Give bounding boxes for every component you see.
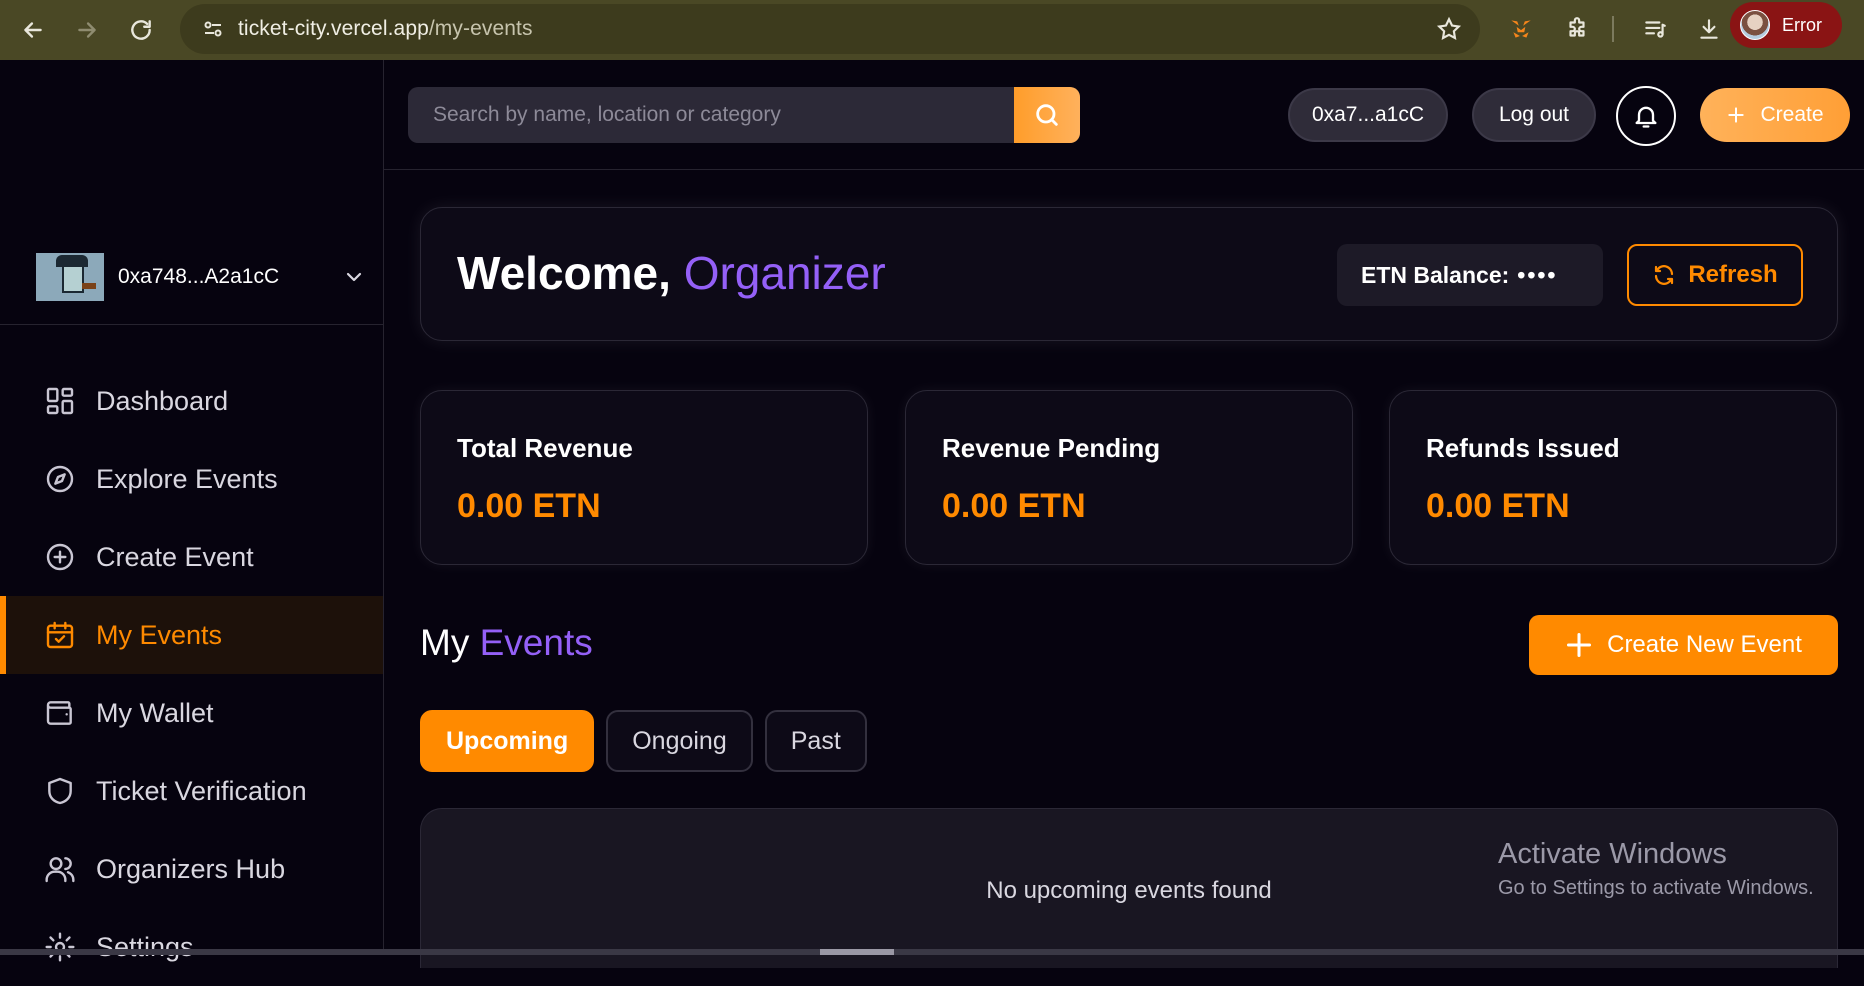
sidebar-item-create-event[interactable]: Create Event — [0, 518, 383, 596]
sidebar-item-label: Organizers Hub — [96, 853, 286, 884]
back-button[interactable] — [6, 5, 60, 55]
stat-label: Refunds Issued — [1426, 433, 1620, 463]
profile-status-text: Error — [1782, 14, 1822, 35]
toolbar-divider — [1612, 16, 1614, 42]
plus-icon — [1728, 107, 1745, 123]
sidebar-item-my-wallet[interactable]: My Wallet — [0, 674, 383, 752]
event-filter-tabs: Upcoming Ongoing Past — [420, 710, 867, 772]
browser-toolbar: ticket-city.vercel.app/my-events Error — [0, 0, 1864, 60]
watermark-title: Activate Windows — [1498, 838, 1727, 870]
refresh-button[interactable]: Refresh — [1627, 244, 1803, 306]
bell-icon — [1635, 106, 1657, 128]
plus-icon — [1567, 632, 1592, 658]
horizontal-scrollbar[interactable] — [0, 949, 1864, 955]
metamask-extension-icon[interactable] — [1500, 8, 1542, 50]
site-info-icon[interactable] — [188, 4, 238, 54]
reload-icon — [131, 20, 151, 40]
refresh-label: Refresh — [1688, 261, 1778, 288]
user-account-switcher[interactable]: 0xa748...A2a1cC — [36, 253, 366, 301]
sidebar-item-label: Ticket Verification — [96, 775, 307, 806]
sidebar-item-settings[interactable]: Settings — [0, 908, 383, 986]
sidebar-item-label: My Events — [96, 619, 223, 650]
search-input[interactable] — [408, 87, 1014, 143]
tab-upcoming[interactable]: Upcoming — [420, 710, 595, 772]
profile-error-button[interactable]: Error — [1730, 2, 1842, 48]
sidebar-item-label: My Wallet — [96, 697, 214, 728]
search-button[interactable] — [1014, 87, 1080, 143]
stat-card-total-revenue: Total Revenue 0.00 ETN — [420, 390, 868, 565]
stat-value: 0.00 ETN — [942, 487, 1086, 525]
balance-label: ETN Balance: — [1361, 261, 1510, 288]
sidebar-item-organizers-hub[interactable]: Organizers Hub — [0, 830, 383, 908]
arrow-right-icon — [78, 22, 96, 38]
sidebar: 0xa748...A2a1cC Dashboard Explore Events… — [0, 60, 384, 962]
heading-prefix: My — [420, 622, 480, 663]
refresh-icon — [1655, 265, 1674, 285]
compass-icon — [42, 461, 78, 497]
scrollbar-thumb[interactable] — [820, 949, 894, 955]
tab-past[interactable]: Past — [764, 710, 867, 772]
balance-value: •••• — [1517, 261, 1558, 288]
sidebar-item-dashboard[interactable]: Dashboard — [0, 362, 383, 440]
windows-activation-watermark: Activate Windows Go to Settings to activ… — [1498, 838, 1814, 900]
create-label: Create — [1760, 103, 1824, 126]
profile-avatar — [1740, 10, 1770, 40]
watermark-subtitle: Go to Settings to activate Windows. — [1498, 877, 1814, 899]
wallet-icon — [42, 695, 78, 731]
media-queue-icon[interactable] — [1634, 8, 1676, 50]
stat-value: 0.00 ETN — [457, 487, 601, 525]
stat-label: Total Revenue — [457, 433, 633, 463]
dashboard-icon — [42, 383, 78, 419]
sidebar-divider — [0, 324, 383, 325]
notifications-button[interactable] — [1616, 86, 1676, 146]
create-button[interactable]: Create — [1700, 88, 1850, 142]
url-path: /my-events — [428, 17, 533, 40]
search-bar — [408, 87, 1080, 143]
calendar-check-icon — [42, 617, 78, 653]
my-events-heading: My Events — [420, 622, 593, 664]
stat-value: 0.00 ETN — [1426, 487, 1570, 525]
etn-balance[interactable]: ETN Balance: •••• — [1337, 244, 1603, 306]
sidebar-item-explore-events[interactable]: Explore Events — [0, 440, 383, 518]
sidebar-item-label: Create Event — [96, 541, 254, 572]
tab-ongoing[interactable]: Ongoing — [606, 710, 753, 772]
bookmark-star-icon[interactable] — [1436, 16, 1462, 47]
sidebar-item-label: Dashboard — [96, 385, 229, 416]
sidebar-item-label: Explore Events — [96, 463, 278, 494]
stat-label: Revenue Pending — [942, 433, 1161, 463]
sidebar-item-my-events[interactable]: My Events — [0, 596, 383, 674]
download-icon[interactable] — [1688, 8, 1730, 50]
welcome-name: Organizer — [683, 247, 886, 299]
welcome-card: Welcome, Organizer ETN Balance: •••• Ref… — [420, 207, 1838, 341]
extensions-puzzle-icon[interactable] — [1556, 8, 1598, 50]
chevron-down-icon[interactable] — [342, 265, 366, 289]
sidebar-menu: Dashboard Explore Events Create Event My… — [0, 362, 383, 986]
users-icon — [42, 851, 78, 887]
gear-icon — [42, 929, 78, 965]
welcome-prefix: Welcome, — [457, 247, 684, 299]
shield-icon — [42, 773, 78, 809]
url-text: ticket-city.vercel.app/my-events — [238, 17, 533, 41]
stat-card-refunds-issued: Refunds Issued 0.00 ETN — [1389, 390, 1837, 565]
forward-button[interactable] — [60, 5, 114, 55]
plus-circle-icon — [42, 539, 78, 575]
arrow-left-icon — [24, 22, 42, 38]
reload-button[interactable] — [114, 5, 168, 55]
wallet-address-button[interactable]: 0xa7...a1cC — [1288, 88, 1448, 142]
url-host: ticket-city.vercel.app — [238, 17, 429, 40]
stat-card-revenue-pending: Revenue Pending 0.00 ETN — [905, 390, 1353, 565]
avatar — [36, 253, 104, 301]
page-title: Welcome, Organizer — [457, 246, 886, 300]
logout-button[interactable]: Log out — [1472, 88, 1596, 142]
heading-accent: Events — [479, 622, 593, 663]
address-bar[interactable]: ticket-city.vercel.app/my-events — [180, 4, 1480, 54]
create-new-event-button[interactable]: Create New Event — [1529, 615, 1838, 675]
create-new-event-label: Create New Event — [1607, 631, 1802, 658]
header: 0xa7...a1cC Log out Create — [384, 60, 1864, 170]
sidebar-item-label: Settings — [96, 931, 194, 962]
user-address: 0xa748...A2a1cC — [118, 265, 280, 288]
sidebar-item-ticket-verification[interactable]: Ticket Verification — [0, 752, 383, 830]
search-icon — [1036, 104, 1058, 126]
